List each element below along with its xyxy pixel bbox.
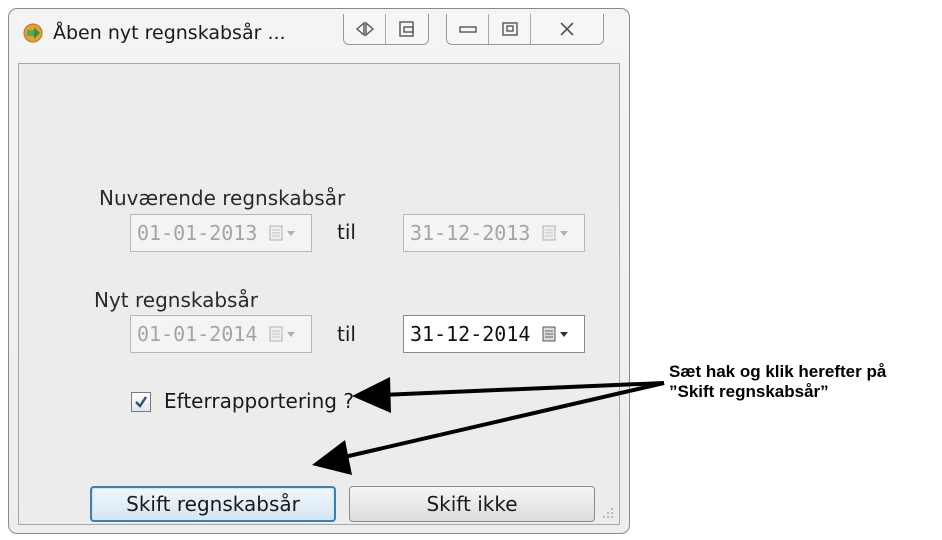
instruction-line-2: ”Skift regnskabsår” xyxy=(669,382,829,401)
arrow-to-switch-button-head xyxy=(312,440,352,475)
instruction-note: Sæt hak og klik herefter på ”Skift regns… xyxy=(669,362,886,402)
annotation-arrows xyxy=(312,377,665,475)
arrow-to-checkbox-head xyxy=(352,377,391,413)
instruction-line-1: Sæt hak og klik herefter på xyxy=(669,362,887,381)
